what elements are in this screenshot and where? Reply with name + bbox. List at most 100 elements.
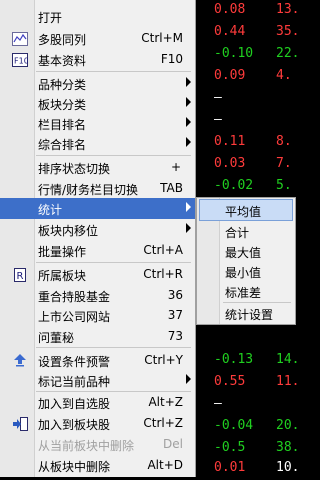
menu-item-multi-stock[interactable]: 多股同列 Ctrl+M [0,28,195,49]
grid-cell-change: 0.08 [214,2,246,17]
menu-item-label: 上市公司网站 [38,310,111,324]
menu-item-shortcut: TAB [160,181,183,195]
menu-item-label: 行情/财务栏目切换 [38,183,139,197]
grid-cell-value: 11. [276,374,300,389]
grid-cell-change: — [214,90,222,105]
menu-item-move-in-sector[interactable]: 板块内移位 [0,219,195,240]
menu-item-sector[interactable]: 板块分类 [0,93,195,114]
add-to-block-icon [13,417,28,431]
menu-item-overall-rank[interactable]: 综合排名 [0,133,195,154]
menu-item-add-to-sector[interactable]: 加入到板块股 Ctrl+Z [0,413,195,434]
menu-item-company-site[interactable]: 上市公司网站 37 [0,305,195,326]
f10-icon: F10 [12,53,28,67]
submenu-arrow-icon [186,117,191,127]
statistics-submenu: 平均值 合计 最大值 最小值 标准差 统计设置 [196,197,296,325]
menu-item-shortcut: Ctrl+A [143,243,183,257]
menu-separator [36,155,191,156]
grid-cell-value: 5. [276,178,292,193]
submenu-item-label: 平均值 [225,205,262,219]
submenu-item-label: 最小值 [225,266,262,280]
menu-item-shortcut: Ctrl+Z [143,416,183,430]
submenu-arrow-icon [186,97,191,107]
menu-item-shortcut: Ctrl+R [143,267,183,281]
grid-cell-change: 0.55 [214,374,246,389]
svg-text:R: R [17,271,24,282]
menu-item-fund-holdings[interactable]: 重合持股基金 36 [0,285,195,306]
grid-cell-value: 8. [276,134,292,149]
menu-item-mark-current[interactable]: 标记当前品种 [0,370,195,391]
menu-item-statistics[interactable]: 统计 [0,198,195,219]
menu-item-label: 加入到自选股 [38,397,111,411]
menu-item-belong-sector[interactable]: R 所属板块 Ctrl+R [0,264,195,285]
menu-item-sort-toggle[interactable]: 排序状态切换 + [0,157,195,178]
grid-cell-change: -0.13 [214,352,254,367]
submenu-item-label: 最大值 [225,246,262,260]
submenu-item-std-dev[interactable]: 标准差 [199,280,293,302]
grid-cell-change: 0.09 [214,68,246,83]
grid-row: — [196,88,298,110]
grid-cell-value: 7. [276,156,292,171]
menu-item-delete-current-sector[interactable]: 从当前板块中删除 Del [0,434,195,455]
grid-cell-change: -0.04 [214,418,254,433]
multi-chart-icon [12,32,28,46]
menu-item-label: 栏目排名 [38,118,87,132]
menu-item-delete-from-sector[interactable]: 从板块中删除 Alt+D [0,455,195,476]
grid-cell-value: 38. [276,440,300,455]
grid-cell-value: 35. [276,24,300,39]
menu-item-add-watchlist[interactable]: 加入到自选股 Alt+Z [0,392,195,413]
grid-cell-value: 13. [276,2,300,17]
menu-item-batch[interactable]: 批量操作 Ctrl+A [0,240,195,261]
menu-item-label: 批量操作 [38,245,87,259]
grid-cell-value: 14. [276,352,300,367]
menu-item-shortcut: + [170,160,181,174]
r-icon: R [14,268,26,282]
menu-item-label: 打开 [38,11,63,25]
grid-row: 0.08 13. [196,0,300,22]
submenu-item-total[interactable]: 合计 [199,220,293,242]
menu-item-category[interactable]: 品种分类 [0,73,195,94]
menu-item-column-rank[interactable]: 栏目排名 [0,113,195,134]
menu-separator [36,71,191,72]
grid-row: 0.09 4. [196,66,298,88]
menu-separator [36,347,191,348]
grid-cell-change: -0.10 [214,46,254,61]
grid-row: 0.55 11. [196,372,300,394]
submenu-arrow-icon [186,137,191,147]
grid-cell-change: 0.01 [214,460,246,475]
grid-row: -0.04 20. [196,416,299,438]
grid-cell-value: 4. [276,68,292,83]
submenu-item-average[interactable]: 平均值 [199,199,293,221]
grid-cell-change: -0.5 [214,440,246,455]
menu-item-label: 所属板块 [38,269,87,283]
menu-item-label: 重合持股基金 [38,290,111,304]
menu-item-column-switch[interactable]: 行情/财务栏目切换 TAB [0,178,195,199]
grid-row: -0.13 14. [196,350,300,372]
menu-item-set-alert[interactable]: 设置条件预警 Ctrl+Y [0,350,195,371]
menu-item-label: 加入到板块股 [38,418,111,432]
submenu-item-min[interactable]: 最小值 [199,260,293,282]
menu-item-label: 从当前板块中删除 [38,439,135,453]
menu-item-shortcut: 73 [167,329,183,343]
submenu-item-max[interactable]: 最大值 [199,240,293,262]
menu-item-label: 排序状态切换 [38,162,111,176]
submenu-item-label: 统计设置 [225,308,274,322]
menu-item-label: 统计 [38,203,63,217]
menu-separator [36,262,191,263]
svg-text:F10: F10 [14,57,28,66]
submenu-item-label: 标准差 [225,286,262,300]
menu-item-open[interactable]: 打开 [0,6,195,27]
submenu-item-label: 合计 [225,226,250,240]
submenu-item-settings[interactable]: 统计设置 [199,302,293,324]
grid-row: — [196,110,298,132]
menu-item-ask-secretary[interactable]: 问董秘 73 [0,326,195,347]
grid-row: — [196,394,298,416]
menu-item-shortcut: Alt+Z [148,395,183,409]
menu-item-label: 综合排名 [38,138,87,152]
context-menu: 打开 多股同列 Ctrl+M F10 基本资料 F10 品种分类 板块分类 栏目排名… [0,0,196,477]
menu-item-basic-info[interactable]: F10 基本资料 F10 [0,49,195,70]
menu-item-label: 板块分类 [38,98,87,112]
menu-item-label: 多股同列 [38,33,87,47]
menu-item-label: 基本资料 [38,54,87,68]
menu-item-label: 设置条件预警 [38,355,111,369]
grid-row: -0.10 22. [196,44,299,66]
